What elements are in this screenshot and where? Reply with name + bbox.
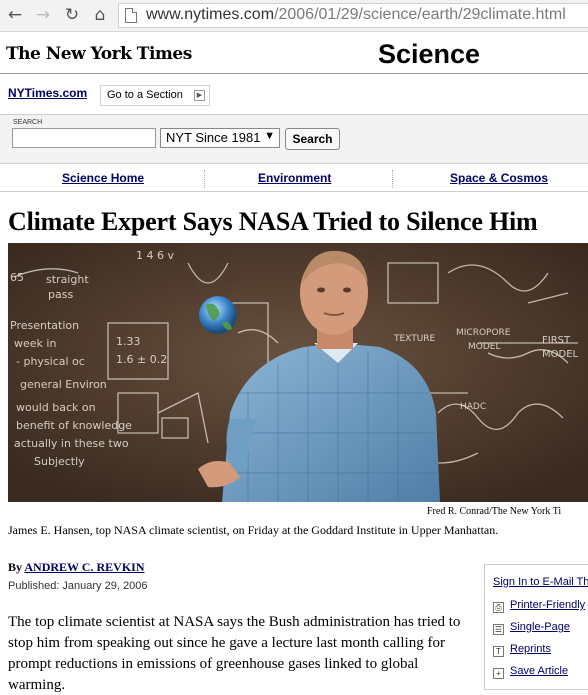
reprints-label: Reprints (510, 643, 551, 655)
author-link[interactable]: ANDREW C. REVKIN (24, 560, 144, 574)
chalk-text: MICROPORE (456, 328, 511, 338)
subnav-separator (204, 170, 205, 188)
search-scope-value: NYT Since 1981 (166, 130, 261, 145)
published-date: Published: January 29, 2006 (8, 580, 148, 592)
email-article-link[interactable]: Sign In to E-Mail Th (493, 576, 588, 588)
arrow-right-icon: ▶ (194, 90, 205, 101)
home-icon[interactable]: ⌂ (89, 4, 111, 26)
single-page-link[interactable]: ☰ Single-Page (493, 621, 570, 635)
dropdown-arrow-icon: ▼ (264, 130, 275, 142)
chalk-text: FIRST (542, 335, 571, 346)
byline: By ANDREW C. REVKIN (8, 560, 144, 575)
chalk-text: 1.33 (116, 335, 141, 348)
chalk-text: 1.6 ± 0.2 (116, 353, 167, 366)
chalk-text: straight (46, 273, 89, 286)
go-to-section-label: Go to a Section (107, 89, 183, 101)
chalk-text: benefit of knowledge (16, 419, 132, 432)
article-lead-paragraph: The top climate scientist at NASA says t… (8, 614, 461, 693)
plus-icon: + (493, 668, 504, 679)
search-button[interactable]: Search (285, 128, 340, 150)
search-scope-select[interactable]: NYT Since 1981 ▼ (160, 128, 280, 148)
save-article-label: Save Article (510, 665, 569, 677)
browser-toolbar: ← → ↻ ⌂ www.nytimes.com/2006/01/29/scien… (0, 0, 588, 32)
forward-arrow-icon[interactable]: → (32, 4, 54, 26)
page-icon: ☰ (493, 624, 504, 635)
chalk-text: would back on (16, 401, 96, 414)
subnav-environment[interactable]: Environment (258, 171, 331, 185)
printer-friendly-label: Printer-Friendly (510, 599, 586, 611)
nyt-logo[interactable]: The New York Times (6, 44, 192, 64)
save-article-link[interactable]: + Save Article (493, 665, 568, 679)
chalk-text: - physical oc (16, 355, 85, 368)
article-photo: 65 straight pass 1 4 6 v Presentation we… (8, 243, 588, 502)
chalk-text: HADC (460, 402, 486, 412)
back-arrow-icon[interactable]: ← (4, 4, 26, 26)
article-headline: Climate Expert Says NASA Tried to Silenc… (8, 207, 538, 236)
printer-friendly-link[interactable]: ⎙ Printer-Friendly (493, 599, 585, 613)
chalk-text: MODEL (468, 342, 500, 352)
go-to-section-dropdown[interactable]: Go to a Section ▶ (100, 85, 210, 106)
chalk-text: Subjectly (34, 455, 85, 468)
section-subnav: Science Home Environment Space & Cosmos (0, 166, 588, 192)
photo-caption: James E. Hansen, top NASA climate scient… (8, 523, 499, 537)
reload-icon[interactable]: ↻ (61, 4, 83, 26)
search-label: SEARCH (13, 119, 43, 126)
subnav-science-home[interactable]: Science Home (62, 171, 144, 185)
nyt-t-icon: T (493, 646, 504, 657)
photo-illustration: 65 straight pass 1 4 6 v Presentation we… (8, 243, 588, 502)
chalk-text: MODEL (542, 349, 579, 360)
page-icon (125, 8, 137, 23)
chalk-text: week in (14, 337, 56, 350)
chalk-text: TEXTURE (393, 334, 436, 344)
search-bar: SEARCH NYT Since 1981 ▼ Search (0, 114, 588, 164)
nytimes-home-link[interactable]: NYTimes.com (8, 86, 87, 100)
chalk-text: general Environ (20, 378, 107, 391)
search-input[interactable] (12, 128, 156, 148)
chalk-text: Presentation (10, 319, 79, 332)
reprints-link[interactable]: T Reprints (493, 643, 551, 657)
chalk-text: actually in these two (14, 437, 129, 450)
address-bar[interactable]: www.nytimes.com/2006/01/29/science/earth… (118, 3, 588, 28)
byline-prefix: By (8, 560, 23, 574)
article-tools: Sign In to E-Mail Th ⎙ Printer-Friendly ☰… (484, 564, 588, 690)
address-text[interactable]: www.nytimes.com/2006/01/29/science/earth… (146, 6, 566, 24)
section-title: Science (378, 39, 481, 69)
chalk-text: pass (48, 288, 73, 301)
chalk-text: 65 (10, 271, 24, 284)
photo-credit: Fred R. Conrad/The New York Ti (427, 506, 562, 517)
single-page-label: Single-Page (510, 621, 570, 633)
chalk-text: 1 4 6 v (136, 249, 174, 262)
subnav-separator (392, 170, 393, 188)
printer-icon: ⎙ (493, 602, 504, 613)
divider (0, 73, 588, 74)
subnav-space-cosmos[interactable]: Space & Cosmos (450, 171, 548, 185)
